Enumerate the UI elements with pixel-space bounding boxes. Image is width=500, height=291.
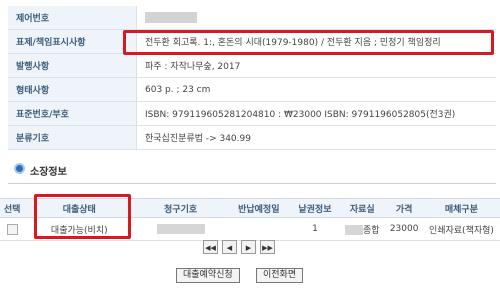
prev-page-button[interactable]: ◀: [222, 240, 237, 254]
section-divider: [8, 183, 496, 184]
col-price: 가격: [385, 198, 423, 218]
bibliographic-info-table: 제어번호 표제/책임표시사항 전두환 회고록. 1:, 혼돈의 시대(1979-…: [8, 6, 496, 150]
first-page-button[interactable]: ◀◀: [203, 240, 218, 254]
redacted-block: [345, 225, 364, 235]
col-due-date: 반납예정일: [226, 198, 291, 218]
info-row-physical: 형태사항 603 p. ; 23 cm: [8, 77, 496, 102]
section-bullet-icon: [14, 163, 25, 174]
select-checkbox[interactable]: [6, 223, 18, 235]
info-label: 제어번호: [8, 6, 137, 30]
pagination: ◀◀ ◀ ▶ ▶▶: [203, 240, 275, 254]
info-row-control-number: 제어번호: [8, 6, 496, 30]
holdings-section-title: 소장정보: [30, 167, 67, 178]
info-row-isbn: 표준번호/부호 ISBN: 9791196052812048­10 : ₩230…: [8, 101, 496, 126]
info-row-classification: 분류기호 한국십진분류법 -> 340.99: [8, 125, 496, 150]
info-value: 603 p. ; 23 cm: [136, 77, 496, 102]
reserve-button[interactable]: 대출예약신청: [176, 268, 240, 283]
info-label: 형태사항: [8, 77, 137, 102]
info-label: 표제/책임표시사항: [8, 29, 137, 54]
info-label: 분류기호: [8, 125, 137, 150]
info-row-publication: 발행사항 파주 : 자작나무숲, 2017: [8, 53, 496, 78]
info-label: 표준번호/부호: [8, 101, 137, 126]
col-select: 선택: [0, 198, 25, 218]
info-value-redacted: [136, 6, 496, 30]
info-value: ISBN: 9791196052812048­10 : ₩23000 ISBN:…: [136, 101, 496, 126]
due-date-cell: [226, 217, 291, 241]
col-call-number: 청구기호: [134, 198, 227, 218]
volume-cell: 1: [290, 217, 340, 241]
price-cell: 23000: [385, 217, 423, 241]
col-location: 자료실: [339, 198, 386, 218]
title-highlight-box: [123, 30, 494, 55]
last-page-button[interactable]: ▶▶: [260, 240, 275, 254]
media-cell: 인쇄자료(책자형): [422, 217, 500, 241]
redacted-block: [145, 12, 197, 23]
call-number-cell: [134, 217, 227, 241]
next-page-button[interactable]: ▶: [241, 240, 256, 254]
col-media: 매체구분: [422, 198, 500, 218]
col-volume: 낱권정보: [290, 198, 340, 218]
info-value: 파주 : 자작나무숲, 2017: [136, 53, 496, 78]
back-button[interactable]: 이전화면: [256, 268, 304, 283]
select-cell: [0, 217, 25, 241]
redacted-block: [156, 223, 205, 234]
location-cell: 종합: [339, 217, 386, 241]
info-value: 한국십진분류법 -> 340.99: [136, 125, 496, 150]
info-label: 발행사항: [8, 53, 137, 78]
status-highlight-box: [34, 194, 131, 239]
